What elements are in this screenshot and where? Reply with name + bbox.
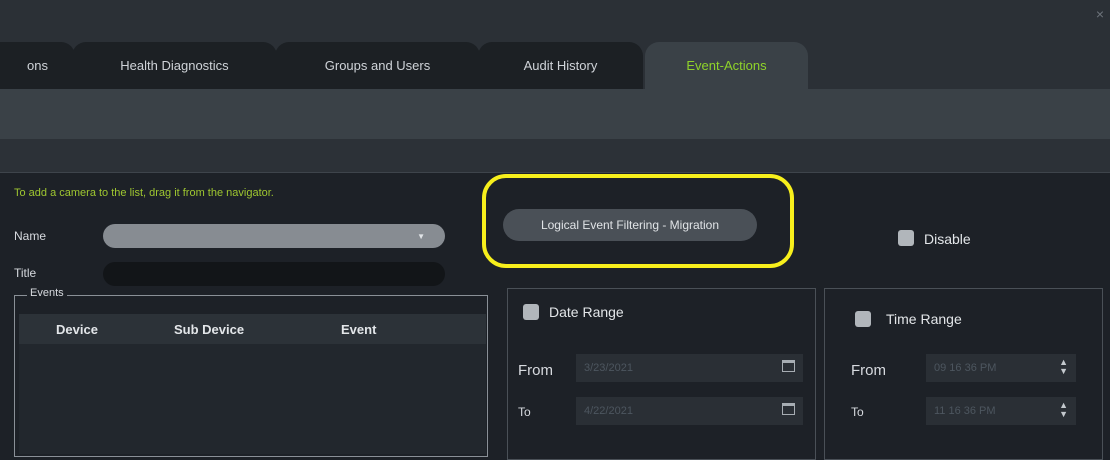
spinner-icon[interactable]: ▲ ▼ — [1059, 358, 1068, 376]
close-icon[interactable]: × — [1096, 6, 1104, 22]
tab-label: Event-Actions — [686, 58, 767, 73]
time-to-label: To — [851, 405, 864, 419]
title-bar: × — [0, 0, 1110, 32]
time-from-input[interactable]: 09 16 36 PM ▲ ▼ — [926, 354, 1076, 382]
column-header-event[interactable]: Event — [341, 322, 376, 337]
highlight-annotation — [482, 174, 794, 268]
events-table-body[interactable] — [19, 344, 486, 454]
title-input[interactable] — [103, 262, 445, 286]
column-header-device[interactable]: Device — [56, 322, 98, 337]
column-header-sub-device[interactable]: Sub Device — [174, 322, 244, 337]
time-from-value: 09 16 36 PM — [934, 362, 997, 374]
tab-event-actions[interactable]: Event-Actions — [645, 42, 808, 89]
tab-label: Audit History — [523, 58, 598, 73]
disable-checkbox[interactable] — [898, 230, 914, 246]
section-header — [0, 139, 1110, 173]
tab-options[interactable]: ons — [0, 42, 75, 89]
time-from-label: From — [851, 362, 886, 379]
drag-hint-text: To add a camera to the list, drag it fro… — [14, 187, 274, 199]
events-legend: Events — [27, 287, 67, 299]
time-range-label: Time Range — [886, 311, 962, 327]
date-from-input[interactable]: 3/23/2021 — [576, 354, 803, 382]
date-to-input[interactable]: 4/22/2021 — [576, 397, 803, 425]
date-range-panel: Date Range From 3/23/2021 To 4/22/2021 — [507, 288, 816, 460]
tab-health-diagnostics[interactable]: Health Diagnostics — [72, 42, 277, 89]
time-range-checkbox[interactable] — [855, 311, 871, 327]
tab-strip: ons Health Diagnostics Groups and Users … — [0, 32, 1110, 89]
tab-audit-history[interactable]: Audit History — [478, 42, 643, 89]
tab-groups-and-users[interactable]: Groups and Users — [275, 42, 480, 89]
title-label: Title — [14, 266, 37, 280]
tab-label: Health Diagnostics — [120, 58, 229, 73]
date-range-label: Date Range — [549, 304, 624, 320]
time-range-panel: Time Range From 09 16 36 PM ▲ ▼ To 11 16 … — [824, 288, 1103, 460]
tab-label: Groups and Users — [324, 58, 431, 73]
disable-label: Disable — [924, 231, 971, 247]
events-table-header: Device Sub Device Event — [19, 314, 486, 344]
name-dropdown[interactable]: ▼ — [103, 224, 445, 248]
calendar-icon[interactable] — [782, 360, 795, 372]
date-range-checkbox[interactable] — [523, 304, 539, 320]
time-to-value: 11 16 36 PM — [934, 405, 996, 417]
toolbar — [0, 89, 1110, 139]
date-from-value: 3/23/2021 — [584, 362, 633, 374]
date-to-value: 4/22/2021 — [584, 405, 633, 417]
calendar-icon[interactable] — [782, 403, 795, 415]
spinner-icon[interactable]: ▲ ▼ — [1059, 401, 1068, 419]
name-label: Name — [14, 229, 47, 243]
tab-label: ons — [27, 58, 48, 73]
time-to-input[interactable]: 11 16 36 PM ▲ ▼ — [926, 397, 1076, 425]
date-from-label: From — [518, 362, 553, 379]
date-to-label: To — [518, 405, 531, 419]
dropdown-arrow-icon: ▼ — [417, 232, 425, 241]
